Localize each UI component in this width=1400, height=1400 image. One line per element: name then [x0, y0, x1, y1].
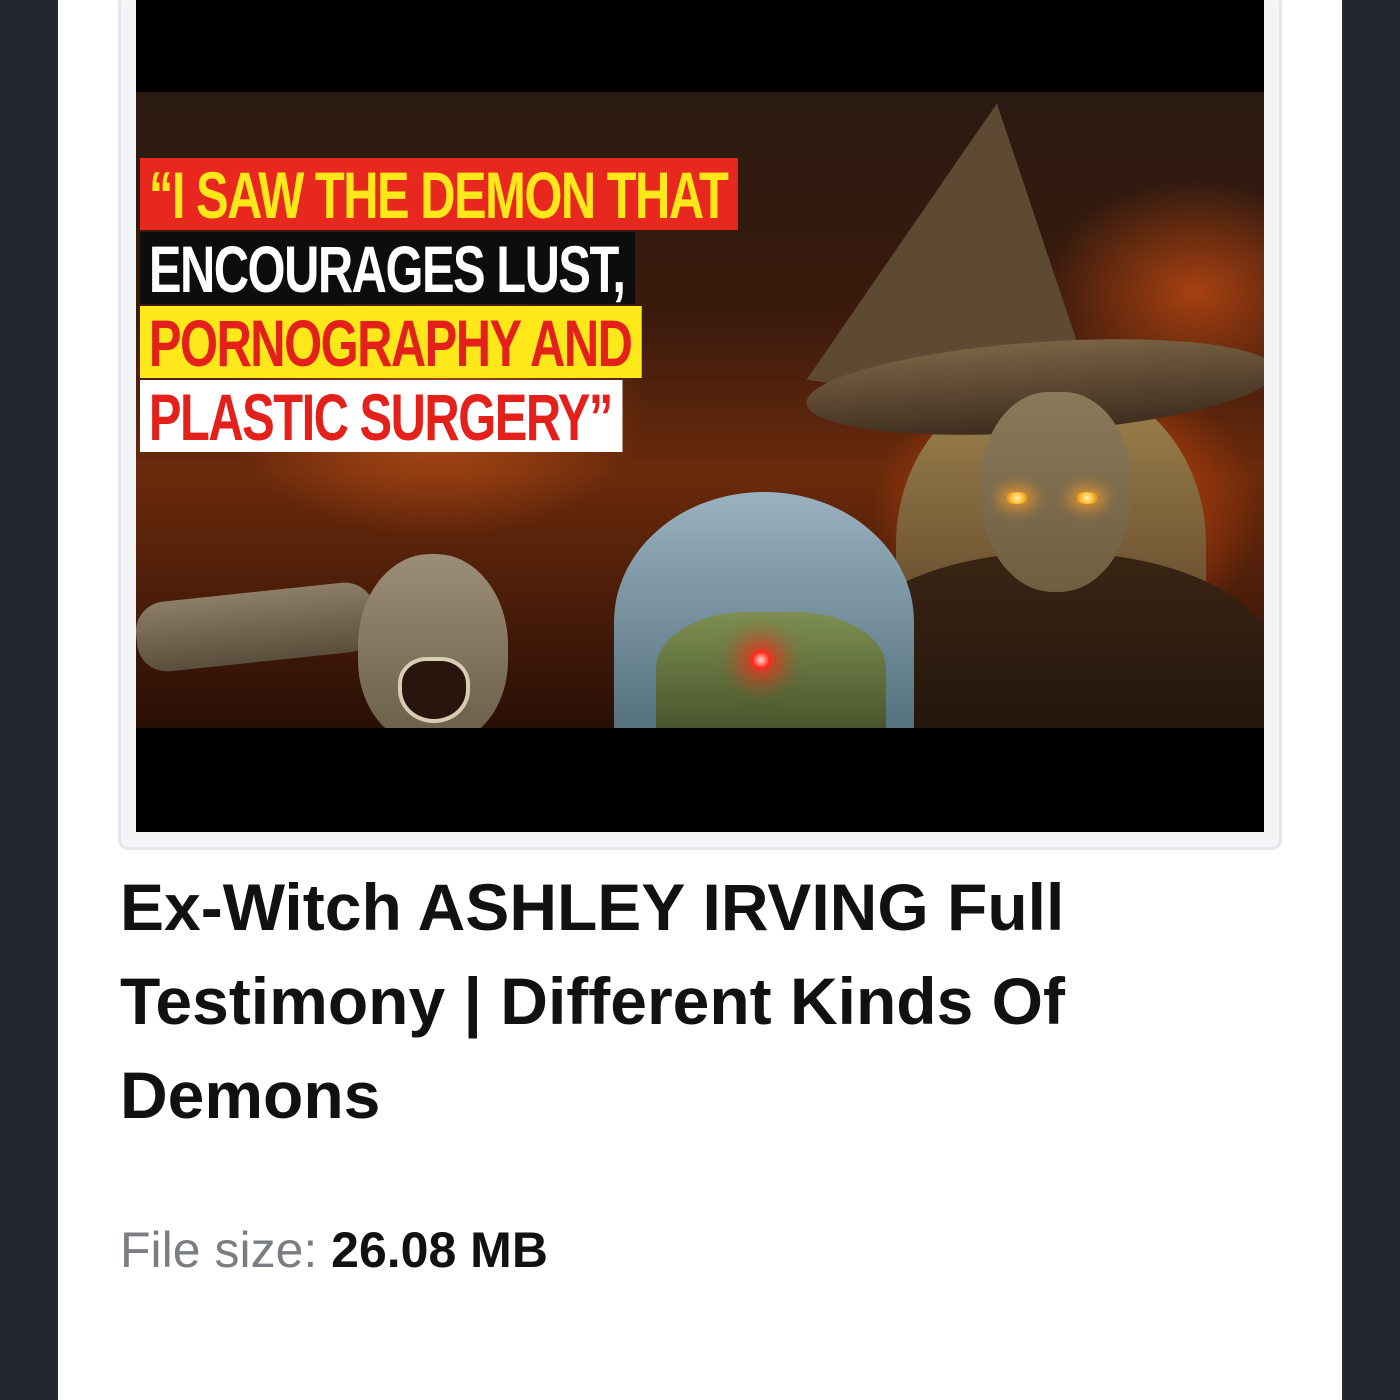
- headline-line-2: ENCOURAGES LUST,: [140, 232, 635, 304]
- video-title: Ex-Witch ASHLEY IRVING Full Testimony | …: [120, 870, 1065, 1132]
- thumbnail-artwork: “I SAW THE DEMON THAT ENCOURAGES LUST, P…: [136, 92, 1264, 728]
- helmet-creature-face: [656, 612, 886, 728]
- headline-line-1: “I SAW THE DEMON THAT: [140, 158, 738, 230]
- file-size-value: 26.08 MB: [331, 1222, 548, 1278]
- witch-eye-right: [1074, 492, 1100, 504]
- headline-line-3: PORNOGRAPHY AND: [140, 306, 642, 378]
- thumbnail-headline: “I SAW THE DEMON THAT ENCOURAGES LUST, P…: [140, 158, 738, 454]
- download-card: “I SAW THE DEMON THAT ENCOURAGES LUST, P…: [58, 0, 1342, 1400]
- zombie-arm: [136, 579, 380, 675]
- file-size-row: File size: 26.08 MB: [120, 1220, 548, 1280]
- headline-line-4: PLASTIC SURGERY”: [140, 380, 623, 452]
- witch-eye-left: [1004, 492, 1030, 504]
- file-size-label: File size:: [120, 1222, 318, 1278]
- helmet-creature-eye: [748, 647, 774, 673]
- zombie-mouth: [398, 657, 470, 723]
- witch-face: [981, 392, 1131, 592]
- video-thumbnail[interactable]: “I SAW THE DEMON THAT ENCOURAGES LUST, P…: [136, 0, 1264, 832]
